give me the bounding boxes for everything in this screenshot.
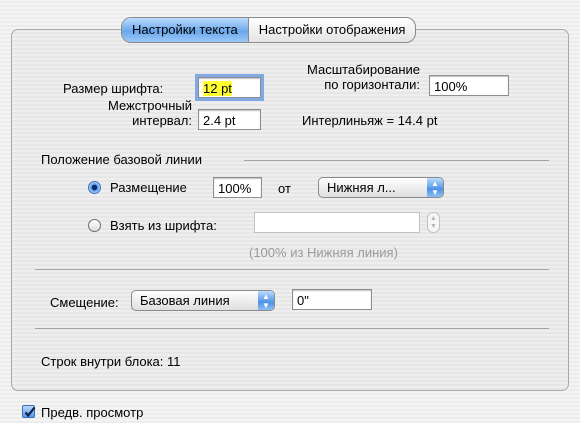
offset-popup[interactable]: Базовая линия ▲ ▼: [131, 290, 275, 311]
preview-checkbox[interactable]: [22, 405, 36, 418]
hscale-field[interactable]: 100%: [429, 75, 509, 96]
placement-radio[interactable]: [88, 181, 101, 194]
preview-label: Предв. просмотр: [41, 405, 144, 420]
from-popup-value: Нижняя л...: [327, 180, 396, 195]
tab-bar: Настройки текста Настройки отображения: [121, 17, 417, 43]
lines-in-block: Строк внутри блока: 11: [41, 354, 181, 369]
hscale-label: Масштабирование по горизонтали:: [270, 62, 420, 92]
line-spacing-label-line-2: интервал:: [132, 113, 192, 128]
lines-in-block-label: Строк внутри блока:: [41, 354, 164, 369]
offset-label: Смещение:: [50, 295, 119, 310]
from-font-stepper[interactable]: ▲ ▼: [427, 212, 440, 233]
from-label: от: [278, 181, 291, 196]
checkmark-icon: [24, 406, 36, 418]
offset-field[interactable]: 0": [292, 289, 372, 310]
line-spacing-field[interactable]: 2.4 pt: [198, 109, 261, 130]
from-popup[interactable]: Нижняя л... ▲ ▼: [318, 177, 444, 198]
stepper-down-icon: ▼: [430, 222, 437, 230]
lines-in-block-value: 11: [167, 354, 181, 369]
placement-field[interactable]: 100%: [213, 177, 262, 198]
separator-1: [35, 269, 549, 270]
baseline-section-separator: [244, 160, 549, 161]
popup-arrows-icon: ▲ ▼: [427, 178, 443, 197]
placement-label: Размещение: [110, 180, 187, 195]
font-size-value: 12 pt: [203, 81, 232, 96]
line-spacing-label-line-1: Межстрочный: [108, 98, 192, 113]
stepper-up-icon: ▲: [430, 214, 437, 222]
baseline-section-title: Положение базовой линии: [41, 152, 203, 167]
tab-display-settings[interactable]: Настройки отображения: [247, 18, 416, 42]
from-font-radio[interactable]: [88, 219, 101, 232]
leading-readout: Интерлиньяж = 14.4 pt: [302, 113, 438, 128]
line-spacing-label: Межстрочный интервал:: [60, 98, 192, 128]
separator-2: [35, 328, 549, 329]
offset-popup-value: Базовая линия: [140, 293, 230, 308]
popup-arrows-icon: ▲ ▼: [258, 291, 274, 310]
hscale-label-line-1: Масштабирование: [306, 62, 420, 77]
tab-text-settings[interactable]: Настройки текста: [122, 18, 248, 42]
from-font-label: Взять из шрифта:: [110, 218, 217, 233]
from-font-field[interactable]: [254, 212, 420, 233]
hscale-label-line-2: по горизонтали:: [324, 77, 420, 92]
baseline-note: (100% из Нижняя линия): [249, 245, 398, 260]
font-size-label: Размер шрифта:: [63, 81, 164, 96]
font-size-field[interactable]: 12 pt: [195, 74, 264, 101]
